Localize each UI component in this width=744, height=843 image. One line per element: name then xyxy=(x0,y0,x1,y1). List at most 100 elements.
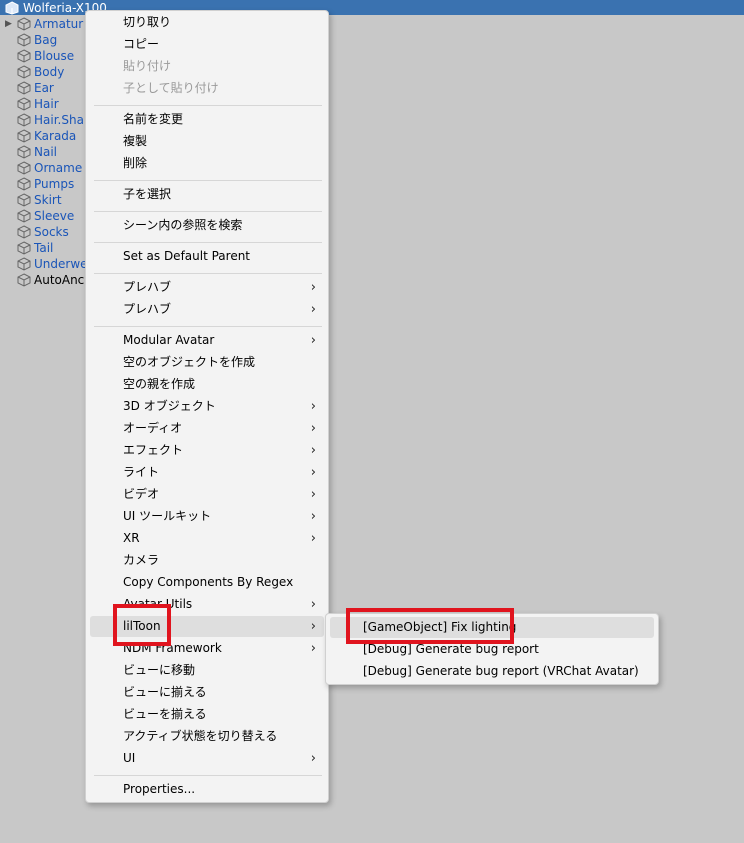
prefab-root-icon xyxy=(5,1,19,15)
hierarchy-item[interactable]: Sleeve xyxy=(5,208,74,224)
gameobject-cube-icon xyxy=(17,193,31,207)
hierarchy-item[interactable]: Ear xyxy=(5,80,54,96)
hierarchy-item[interactable]: Orname xyxy=(5,160,82,176)
context-menu-item[interactable]: 空の親を作成 xyxy=(90,374,324,395)
gameobject-cube-icon xyxy=(17,273,31,287)
context-menu-item-label: アクティブ状態を切り替える xyxy=(123,729,278,743)
context-menu-item-label: 空の親を作成 xyxy=(123,377,196,391)
gameobject-cube-icon xyxy=(17,145,31,159)
context-menu-item[interactable]: Properties... xyxy=(90,779,324,800)
submenu-arrow-icon: › xyxy=(310,597,316,612)
submenu-arrow-icon: › xyxy=(310,465,316,480)
context-menu-item[interactable]: 空のオブジェクトを作成 xyxy=(90,352,324,373)
gameobject-cube-icon xyxy=(17,97,31,111)
hierarchy-item-label: Hair.Sha xyxy=(34,113,84,127)
context-menu-item[interactable]: カメラ xyxy=(90,550,324,571)
context-menu-item[interactable]: 複製 xyxy=(90,131,324,152)
context-menu-item[interactable]: プレハブ › xyxy=(90,277,324,298)
submenu-arrow-icon: › xyxy=(310,641,316,656)
context-menu-item[interactable]: ライト › xyxy=(90,462,324,483)
hierarchy-item-label: Underwe xyxy=(34,257,88,271)
context-menu-item[interactable]: 切り取り xyxy=(90,12,324,33)
context-menu-item[interactable]: プレハブ › xyxy=(90,299,324,320)
context-menu-item-label: UI xyxy=(123,751,136,765)
hierarchy-item[interactable]: Pumps xyxy=(5,176,74,192)
context-menu-item[interactable]: ビューに移動 xyxy=(90,660,324,681)
context-menu-item-label: ビューを揃える xyxy=(123,707,207,721)
hierarchy-item-label: Pumps xyxy=(34,177,75,191)
gameobject-cube-icon xyxy=(17,225,31,239)
context-menu-item-label: 子を選択 xyxy=(123,187,172,201)
gameobject-cube-icon xyxy=(17,65,31,79)
context-menu-item[interactable]: Modular Avatar › xyxy=(90,330,324,351)
menu-separator xyxy=(94,326,322,327)
menu-separator xyxy=(94,105,322,106)
context-menu-item[interactable]: エフェクト › xyxy=(90,440,324,461)
hierarchy-item[interactable]: ▶ Armatur xyxy=(5,16,83,32)
menu-separator xyxy=(94,180,322,181)
context-menu-item-label: XR xyxy=(123,531,140,545)
context-menu-item[interactable]: 削除 xyxy=(90,153,324,174)
submenu-arrow-icon: › xyxy=(310,280,316,295)
context-menu-item[interactable]: 名前を変更 xyxy=(90,109,324,130)
context-menu-item[interactable]: ビューに揃える xyxy=(90,682,324,703)
context-menu-item: 子として貼り付け xyxy=(90,78,324,99)
gameobject-cube-icon xyxy=(17,49,31,63)
hierarchy-item-label: AutoAnc xyxy=(34,273,85,287)
context-menu-item[interactable]: UI › xyxy=(90,748,324,769)
context-menu-item[interactable]: 子を選択 xyxy=(90,184,324,205)
hierarchy-item[interactable]: Underwe xyxy=(5,256,88,272)
context-menu-item[interactable]: Set as Default Parent xyxy=(90,246,324,267)
context-menu-item[interactable]: 3D オブジェクト › xyxy=(90,396,324,417)
context-menu-item-label: 複製 xyxy=(123,134,148,148)
gameobject-cube-icon xyxy=(17,257,31,271)
hierarchy-item-label: Body xyxy=(34,65,65,79)
gameobject-cube-icon xyxy=(17,161,31,175)
gameobject-cube-icon xyxy=(17,113,31,127)
gameobject-cube-icon xyxy=(17,81,31,95)
context-menu-item[interactable]: ビデオ › xyxy=(90,484,324,505)
context-menu-item[interactable]: シーン内の参照を検索 xyxy=(90,215,324,236)
submenu-arrow-icon: › xyxy=(310,619,316,634)
hierarchy-item[interactable]: Karada xyxy=(5,128,76,144)
context-menu-item-label: ビューに移動 xyxy=(123,663,196,677)
hierarchy-item[interactable]: AutoAnc xyxy=(5,272,84,288)
expand-arrow-icon[interactable]: ▶ xyxy=(5,16,17,32)
context-menu-item[interactable]: アクティブ状態を切り替える xyxy=(90,726,324,747)
hierarchy-item-label: Orname xyxy=(34,161,83,175)
context-menu-item-label: UI ツールキット xyxy=(123,509,212,523)
context-menu-item[interactable]: コピー xyxy=(90,34,324,55)
context-menu-item-label: 空のオブジェクトを作成 xyxy=(123,355,256,369)
context-menu-item[interactable]: オーディオ › xyxy=(90,418,324,439)
context-menu-item: 貼り付け xyxy=(90,56,324,77)
annotation-box-fix-lighting xyxy=(346,608,514,644)
gameobject-cube-icon xyxy=(17,17,31,31)
menu-separator xyxy=(94,775,322,776)
context-menu-item[interactable]: Copy Components By Regex xyxy=(90,572,324,593)
hierarchy-item[interactable]: Socks xyxy=(5,224,69,240)
hierarchy-item[interactable]: Body xyxy=(5,64,64,80)
submenu-arrow-icon: › xyxy=(310,421,316,436)
context-menu-item[interactable]: XR › xyxy=(90,528,324,549)
submenu-arrow-icon: › xyxy=(310,399,316,414)
context-menu-item[interactable]: ビューを揃える xyxy=(90,704,324,725)
context-menu-item-label: Copy Components By Regex xyxy=(123,575,294,589)
hierarchy-item-label: Karada xyxy=(34,129,77,143)
hierarchy-item[interactable]: Tail xyxy=(5,240,53,256)
hierarchy-item-label: Sleeve xyxy=(34,209,75,223)
submenu-arrow-icon: › xyxy=(310,531,316,546)
hierarchy-item-label: Nail xyxy=(34,145,57,159)
context-menu-item-label: ビデオ xyxy=(123,487,160,501)
hierarchy-item-label: Armatur xyxy=(34,17,84,31)
hierarchy-item[interactable]: Blouse xyxy=(5,48,74,64)
hierarchy-item[interactable]: Hair.Sha xyxy=(5,112,84,128)
hierarchy-item[interactable]: Bag xyxy=(5,32,57,48)
hierarchy-item[interactable]: Hair xyxy=(5,96,59,112)
context-menu-item-label: プレハブ xyxy=(123,280,172,294)
context-menu-item[interactable]: UI ツールキット › xyxy=(90,506,324,527)
liltoon-submenu-item[interactable]: [Debug] Generate bug report (VRChat Avat… xyxy=(330,661,654,682)
hierarchy-item-label: Tail xyxy=(34,241,54,255)
hierarchy-item[interactable]: Nail xyxy=(5,144,57,160)
hierarchy-item[interactable]: Skirt xyxy=(5,192,62,208)
hierarchy-item-label: Hair xyxy=(34,97,59,111)
